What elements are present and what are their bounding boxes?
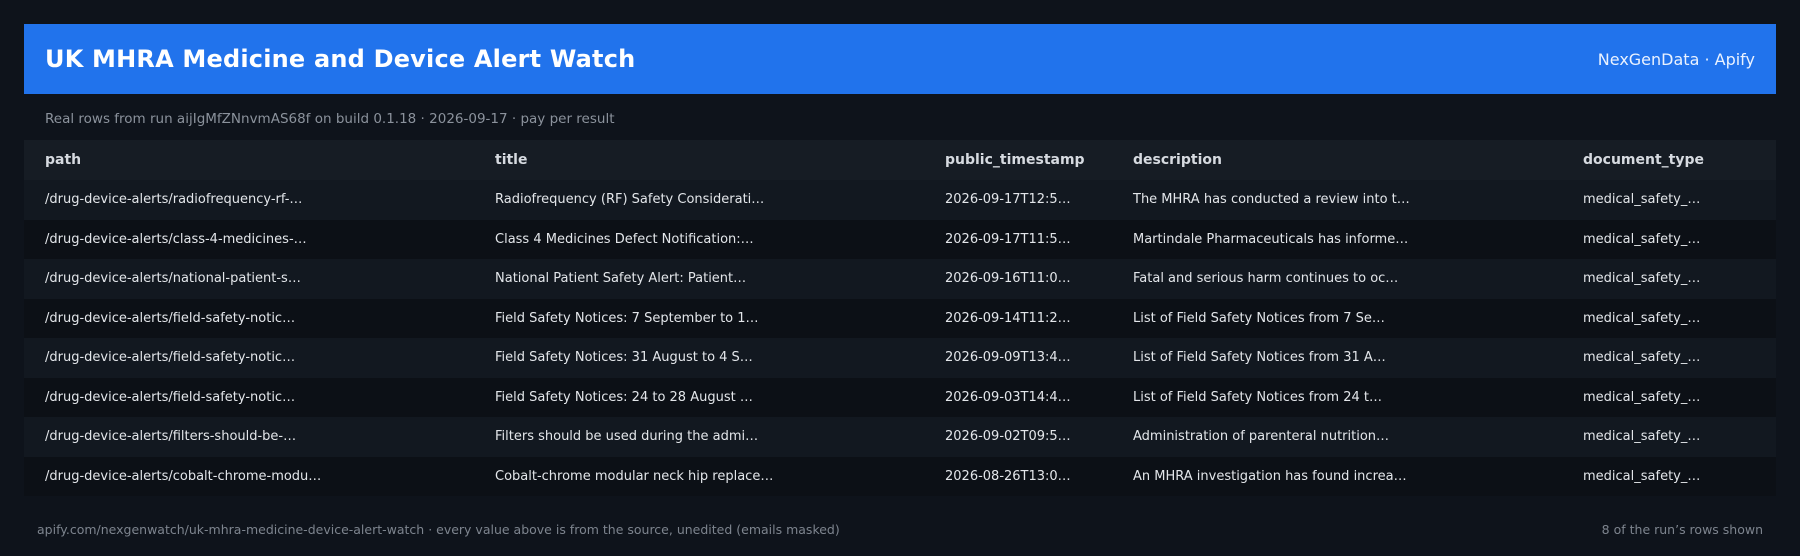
cell-document-type: medical_safety_…	[1583, 429, 1701, 445]
cell-path: /drug-device-alerts/field-safety-notic…	[45, 350, 296, 366]
cell-path: /drug-device-alerts/radiofrequency-rf-…	[45, 192, 303, 208]
cell-document-type: medical_safety_…	[1583, 310, 1701, 326]
footer-source-note: apify.com/nexgenwatch/uk-mhra-medicine-d…	[37, 522, 840, 537]
cell-path: /drug-device-alerts/cobalt-chrome-modu…	[45, 468, 322, 484]
results-table: path title public_timestamp description …	[24, 140, 1776, 496]
cell-title: Cobalt-chrome modular neck hip replace…	[495, 468, 774, 484]
cell-title: Field Safety Notices: 24 to 28 August …	[495, 389, 753, 405]
table-row: /drug-device-alerts/filters-should-be-… …	[24, 417, 1776, 457]
table-row: /drug-device-alerts/class-4-medicines-… …	[24, 219, 1776, 259]
cell-document-type: medical_safety_…	[1583, 350, 1701, 366]
table-row: /drug-device-alerts/national-patient-s… …	[24, 259, 1776, 299]
cell-public-timestamp: 2026-09-17T12:5…	[945, 192, 1071, 208]
cell-title: Field Safety Notices: 7 September to 1…	[495, 310, 759, 326]
cell-document-type: medical_safety_…	[1583, 389, 1701, 405]
cell-public-timestamp: 2026-09-17T11:5…	[945, 231, 1071, 247]
page: UK MHRA Medicine and Device Alert Watch …	[0, 0, 1800, 556]
brand-label: NexGenData · Apify	[1597, 49, 1755, 69]
cell-public-timestamp: 2026-09-16T11:0…	[945, 271, 1071, 287]
cell-document-type: medical_safety_…	[1583, 271, 1701, 287]
cell-title: Filters should be used during the admi…	[495, 429, 759, 445]
cell-title: Class 4 Medicines Defect Notification:…	[495, 231, 754, 247]
cell-path: /drug-device-alerts/national-patient-s…	[45, 271, 301, 287]
column-header-path[interactable]: path	[24, 140, 474, 180]
table-row: /drug-device-alerts/field-safety-notic… …	[24, 377, 1776, 417]
column-header-public-timestamp[interactable]: public_timestamp	[924, 140, 1112, 180]
cell-public-timestamp: 2026-09-09T13:4…	[945, 350, 1071, 366]
cell-description: List of Field Safety Notices from 24 t…	[1133, 389, 1382, 405]
cell-title: Radiofrequency (RF) Safety Considerati…	[495, 192, 765, 208]
cell-document-type: medical_safety_…	[1583, 231, 1701, 247]
table-row: /drug-device-alerts/radiofrequency-rf-… …	[24, 180, 1776, 220]
cell-document-type: medical_safety_…	[1583, 468, 1701, 484]
cell-title: Field Safety Notices: 31 August to 4 S…	[495, 350, 753, 366]
table-row: /drug-device-alerts/field-safety-notic… …	[24, 298, 1776, 338]
table-header-row: path title public_timestamp description …	[24, 140, 1776, 180]
cell-description: Martindale Pharmaceuticals has informe…	[1133, 231, 1409, 247]
header-bar: UK MHRA Medicine and Device Alert Watch …	[24, 24, 1776, 94]
cell-document-type: medical_safety_…	[1583, 192, 1701, 208]
cell-description: An MHRA investigation has found increa…	[1133, 468, 1407, 484]
cell-description: Fatal and serious harm continues to oc…	[1133, 271, 1399, 287]
run-info-subtitle: Real rows from run aijIgMfZNnvmAS68f on …	[45, 111, 615, 127]
table-row: /drug-device-alerts/field-safety-notic… …	[24, 338, 1776, 378]
column-header-description[interactable]: description	[1112, 140, 1562, 180]
cell-path: /drug-device-alerts/field-safety-notic…	[45, 389, 296, 405]
cell-public-timestamp: 2026-09-02T09:5…	[945, 429, 1071, 445]
cell-description: Administration of parenteral nutrition…	[1133, 429, 1390, 445]
cell-description: List of Field Safety Notices from 31 A…	[1133, 350, 1386, 366]
footer: apify.com/nexgenwatch/uk-mhra-medicine-d…	[37, 522, 1763, 537]
cell-title: National Patient Safety Alert: Patient…	[495, 271, 747, 287]
table-row: /drug-device-alerts/cobalt-chrome-modu… …	[24, 456, 1776, 496]
cell-public-timestamp: 2026-09-14T11:2…	[945, 310, 1071, 326]
cell-path: /drug-device-alerts/field-safety-notic…	[45, 310, 296, 326]
cell-path: /drug-device-alerts/class-4-medicines-…	[45, 231, 307, 247]
cell-description: The MHRA has conducted a review into t…	[1133, 192, 1410, 208]
footer-row-count: 8 of the run’s rows shown	[1601, 522, 1763, 537]
cell-description: List of Field Safety Notices from 7 Se…	[1133, 310, 1385, 326]
cell-public-timestamp: 2026-08-26T13:0…	[945, 468, 1071, 484]
page-title: UK MHRA Medicine and Device Alert Watch	[45, 45, 636, 73]
cell-public-timestamp: 2026-09-03T14:4…	[945, 389, 1071, 405]
column-header-title[interactable]: title	[474, 140, 924, 180]
cell-path: /drug-device-alerts/filters-should-be-…	[45, 429, 297, 445]
column-header-document-type[interactable]: document_type	[1562, 140, 1776, 180]
